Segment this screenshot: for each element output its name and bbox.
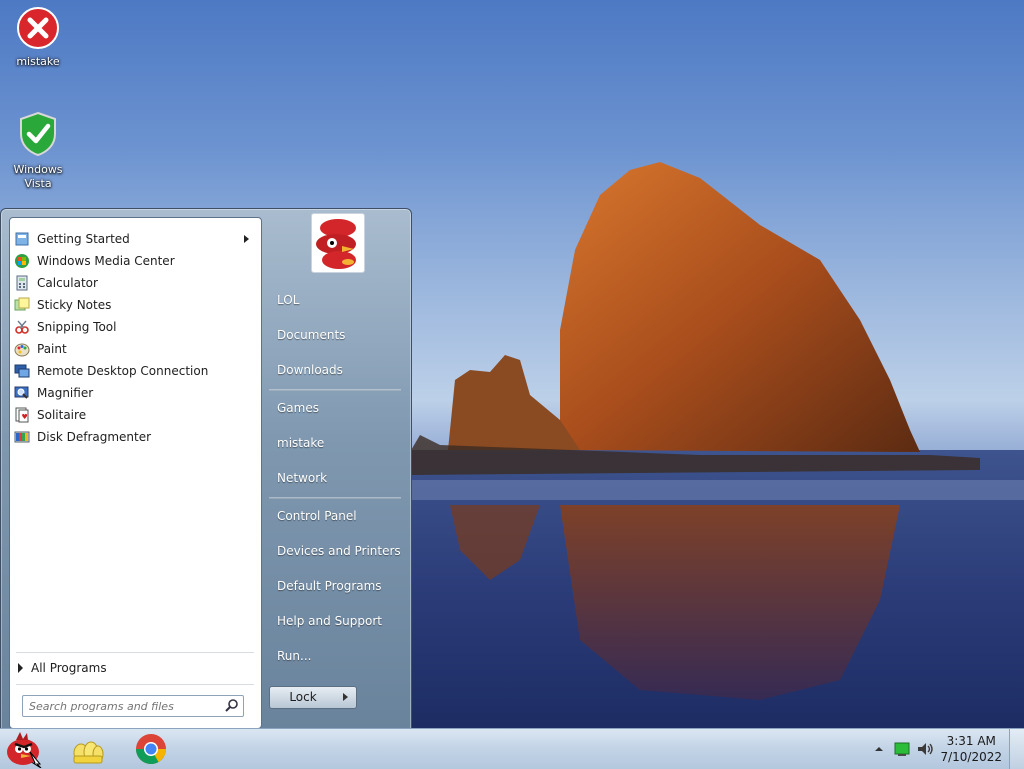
remote-desktop-icon	[14, 364, 30, 378]
start-item-games[interactable]: Games	[267, 393, 403, 423]
program-getting-started[interactable]: Getting Started	[10, 228, 261, 250]
lock-button[interactable]: Lock	[269, 686, 337, 709]
all-programs-button[interactable]: All Programs	[18, 659, 107, 677]
media-center-icon	[15, 254, 29, 268]
clock[interactable]: 3:31 AM 7/10/2022	[940, 733, 1002, 765]
desktop-icon-label: Windows Vista	[13, 163, 63, 190]
disk-defragmenter-icon	[14, 431, 30, 443]
place-label: Run...	[277, 649, 312, 663]
getting-started-icon	[15, 232, 29, 246]
start-item-documents[interactable]: Documents	[267, 320, 403, 350]
desktop-icon-mistake[interactable]: mistake	[0, 6, 76, 69]
place-label: Downloads	[277, 363, 343, 377]
program-sticky-notes[interactable]: Sticky Notes	[10, 294, 261, 316]
start-item-mistake[interactable]: mistake	[267, 428, 403, 458]
place-label: LOL	[277, 293, 300, 307]
place-label: Documents	[277, 328, 346, 342]
program-paint[interactable]: Paint	[10, 338, 261, 360]
programs-divider	[16, 652, 254, 653]
program-magnifier[interactable]: Magnifier	[10, 382, 261, 404]
start-item-run[interactable]: Run...	[267, 641, 403, 671]
start-menu-programs-pane: Getting Started Windows Media Center Cal…	[9, 217, 262, 729]
taskbar-explorer-button[interactable]	[68, 731, 108, 767]
places-divider	[269, 497, 401, 499]
angry-birds-avatar-icon	[316, 219, 356, 269]
desktop-icon-windows-vista[interactable]: Windows Vista	[0, 110, 76, 191]
program-snipping-tool[interactable]: Snipping Tool	[10, 316, 261, 338]
start-search-box	[22, 695, 244, 717]
program-label: Calculator	[37, 276, 98, 290]
place-label: Default Programs	[277, 579, 382, 593]
start-menu-places-pane: LOL Documents Downloads Games mistake Ne…	[261, 209, 411, 729]
show-hidden-icons-chevron-icon[interactable]	[874, 744, 884, 754]
program-label: Sticky Notes	[37, 298, 112, 312]
program-list: Getting Started Windows Media Center Cal…	[10, 228, 261, 448]
program-disk-defragmenter[interactable]: Disk Defragmenter	[10, 426, 261, 448]
place-label: Network	[277, 471, 328, 485]
system-tray: 3:31 AM 7/10/2022	[864, 729, 1024, 769]
magnifier-icon	[14, 386, 29, 399]
program-label: Snipping Tool	[37, 320, 117, 334]
program-label: Getting Started	[37, 232, 130, 246]
start-item-help-and-support[interactable]: Help and Support	[267, 606, 403, 636]
search-divider	[16, 684, 254, 685]
program-label: Paint	[37, 342, 67, 356]
start-item-lol[interactable]: LOL	[267, 285, 403, 315]
place-label: Devices and Printers	[277, 544, 401, 558]
submenu-arrow-icon	[244, 235, 249, 243]
shutdown-options-button[interactable]	[336, 686, 357, 709]
chrome-icon	[136, 734, 166, 765]
program-label: Windows Media Center	[37, 254, 175, 268]
program-solitaire[interactable]: ♥ Solitaire	[10, 404, 261, 426]
desktop-icon-label: mistake	[16, 55, 60, 68]
red-x-error-icon	[17, 7, 59, 49]
program-label: Magnifier	[37, 386, 94, 400]
svg-text:♥: ♥	[22, 413, 28, 421]
snipping-tool-icon	[15, 320, 29, 334]
volume-speaker-icon[interactable]	[916, 741, 934, 757]
start-item-control-panel[interactable]: Control Panel	[267, 501, 403, 531]
start-item-devices-and-printers[interactable]: Devices and Printers	[267, 536, 403, 566]
sticky-notes-icon	[14, 297, 30, 311]
calculator-icon	[16, 275, 28, 291]
start-item-downloads[interactable]: Downloads	[267, 355, 403, 385]
program-remote-desktop-connection[interactable]: Remote Desktop Connection	[10, 360, 261, 382]
place-label: Games	[277, 401, 319, 415]
places-divider	[269, 389, 401, 391]
network-status-icon[interactable]	[894, 741, 910, 757]
user-account-picture[interactable]	[311, 213, 365, 273]
program-calculator[interactable]: Calculator	[10, 272, 261, 294]
paint-icon	[14, 343, 30, 357]
place-label: Help and Support	[277, 614, 382, 628]
search-icon[interactable]	[225, 698, 239, 712]
file-explorer-folder-icon	[73, 741, 104, 764]
start-item-network[interactable]: Network	[267, 463, 403, 493]
place-label: Control Panel	[277, 509, 357, 523]
clock-date: 7/10/2022	[940, 750, 1002, 764]
clock-time: 3:31 AM	[946, 734, 996, 748]
angry-bird-start-orb-icon	[7, 732, 42, 768]
taskbar: 3:31 AM 7/10/2022	[0, 728, 1024, 769]
start-item-default-programs[interactable]: Default Programs	[267, 571, 403, 601]
place-label: mistake	[277, 436, 325, 450]
program-label: Solitaire	[37, 408, 87, 422]
program-label: Remote Desktop Connection	[37, 364, 209, 378]
program-windows-media-center[interactable]: Windows Media Center	[10, 250, 261, 272]
taskbar-chrome-button[interactable]	[131, 731, 171, 767]
search-input[interactable]	[23, 696, 225, 716]
green-shield-check-icon	[20, 111, 56, 157]
start-button[interactable]	[4, 731, 44, 768]
expand-arrow-icon	[18, 663, 23, 673]
chevron-right-icon	[343, 693, 348, 701]
solitaire-icon: ♥	[15, 407, 29, 423]
all-programs-label: All Programs	[31, 661, 107, 675]
program-label: Disk Defragmenter	[37, 430, 152, 444]
show-desktop-button[interactable]	[1009, 729, 1024, 769]
start-menu: Getting Started Windows Media Center Cal…	[0, 208, 412, 730]
